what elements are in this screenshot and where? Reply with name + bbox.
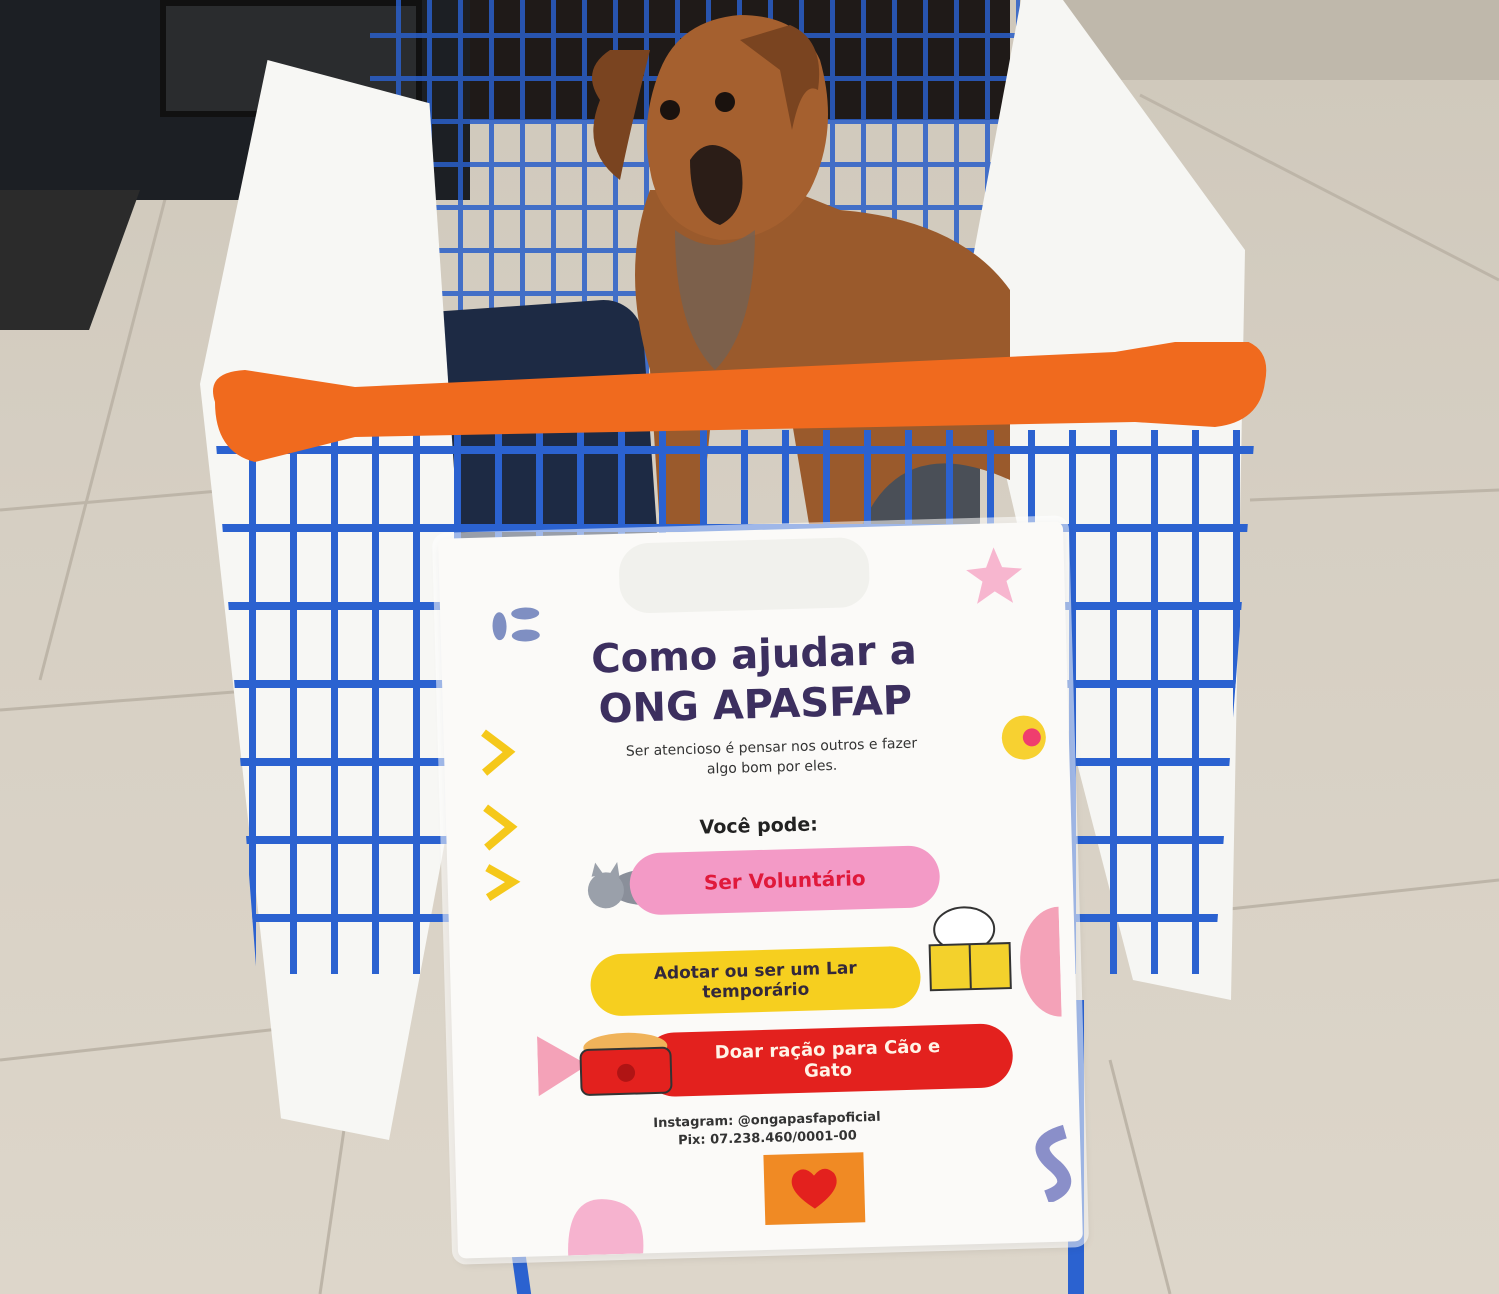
sign-subtitle: Ser atencioso é pensar nos outros e faze… — [625, 735, 918, 778]
adopt-option: Adotar ou ser um Lar temporário — [589, 945, 922, 1017]
back-wall — [1060, 0, 1499, 80]
pink-star-shape — [963, 545, 1025, 611]
ngo-logo — [763, 1152, 866, 1225]
sign-title: Como ajudar a ONG APASFAP — [590, 627, 918, 733]
donate-food-option: Doar ração para Cão e Gato — [641, 1023, 1014, 1098]
tape — [618, 536, 871, 614]
pink-half-circle — [1019, 906, 1062, 1022]
yellow-chevrons — [478, 726, 533, 911]
food-bowl-icon — [570, 1027, 682, 1104]
photo-scene: Como ajudar a ONG APASFAP Ser atencioso … — [0, 0, 1499, 1294]
pink-blob-shape — [566, 1193, 648, 1258]
dog-in-box-icon — [908, 893, 1021, 1000]
cart-handle — [213, 342, 1267, 462]
donation-sign: Como ajudar a ONG APASFAP Ser atencioso … — [438, 521, 1083, 1259]
contact-info: Instagram: @ongapasfapoficial Pix: 07.23… — [653, 1109, 881, 1149]
volunteer-option: Ser Voluntário — [628, 845, 941, 916]
you-can-heading: Você pode: — [699, 813, 819, 839]
